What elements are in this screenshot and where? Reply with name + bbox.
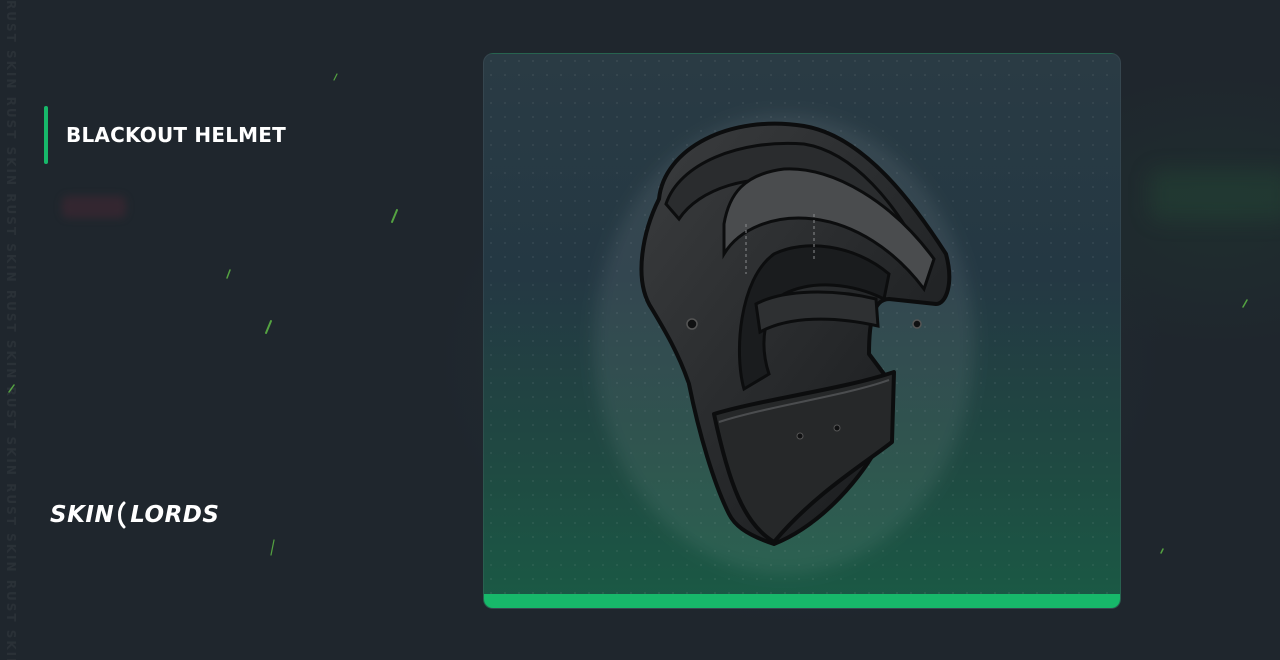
brand-logo-left: SKIN (50, 502, 115, 528)
blackout-helmet-image (594, 114, 974, 574)
brand-logo[interactable]: SKIN LORDS (50, 500, 219, 530)
item-card[interactable] (483, 53, 1121, 609)
brand-logo-right: LORDS (130, 502, 220, 528)
title-accent-bar (44, 106, 48, 164)
blurred-panel (1150, 170, 1280, 220)
item-title: BLACKOUT HELMET (66, 123, 286, 147)
title-block: BLACKOUT HELMET (44, 106, 286, 164)
skinlords-logo-icon (118, 501, 126, 529)
blurred-badge (62, 196, 126, 218)
card-accent-bar (484, 594, 1120, 608)
